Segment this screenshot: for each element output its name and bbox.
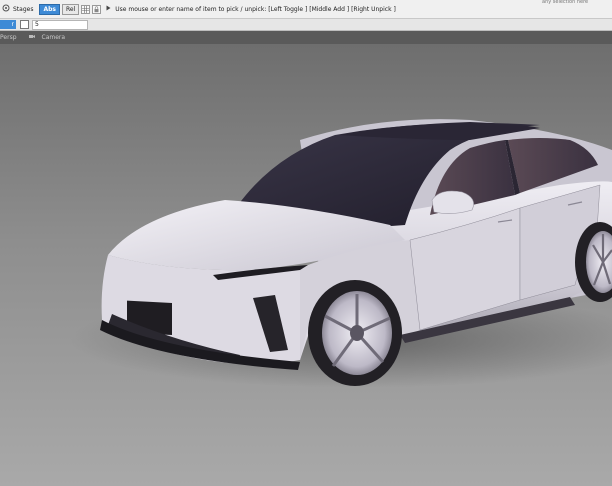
tab-camera[interactable]: Camera	[23, 31, 72, 44]
blue-tab[interactable]: r	[0, 20, 16, 29]
viewport-tab-bar: Persp Camera	[0, 31, 612, 44]
pick-prompt-text: Use mouse or enter name of item to pick …	[115, 5, 396, 13]
toolbar-clipped-text: any selection here	[542, 0, 589, 5]
play-arrow-icon[interactable]	[106, 5, 111, 13]
camera-icon	[28, 34, 35, 41]
value-text: 5	[35, 20, 39, 28]
value-toolbar: r 5	[0, 19, 612, 31]
stages-label: Stages	[13, 5, 34, 13]
rel-toggle-button[interactable]: Rel	[61, 3, 80, 15]
grid-icon[interactable]	[81, 4, 91, 14]
stages-icon[interactable]	[2, 4, 10, 14]
pick-toolbar: Stages Abs Rel Use mouse or enter name o…	[0, 0, 612, 19]
lock-icon[interactable]	[92, 4, 102, 14]
tab-persp[interactable]: Persp	[0, 31, 23, 44]
tab-persp-label: Persp	[0, 34, 17, 41]
checkbox-icon[interactable]	[20, 20, 29, 29]
value-field[interactable]: 5	[32, 19, 88, 30]
viewport-render	[0, 44, 612, 486]
3d-viewport[interactable]	[0, 44, 612, 486]
tab-camera-label: Camera	[41, 34, 66, 41]
abs-toggle-button[interactable]: Abs	[39, 3, 60, 15]
